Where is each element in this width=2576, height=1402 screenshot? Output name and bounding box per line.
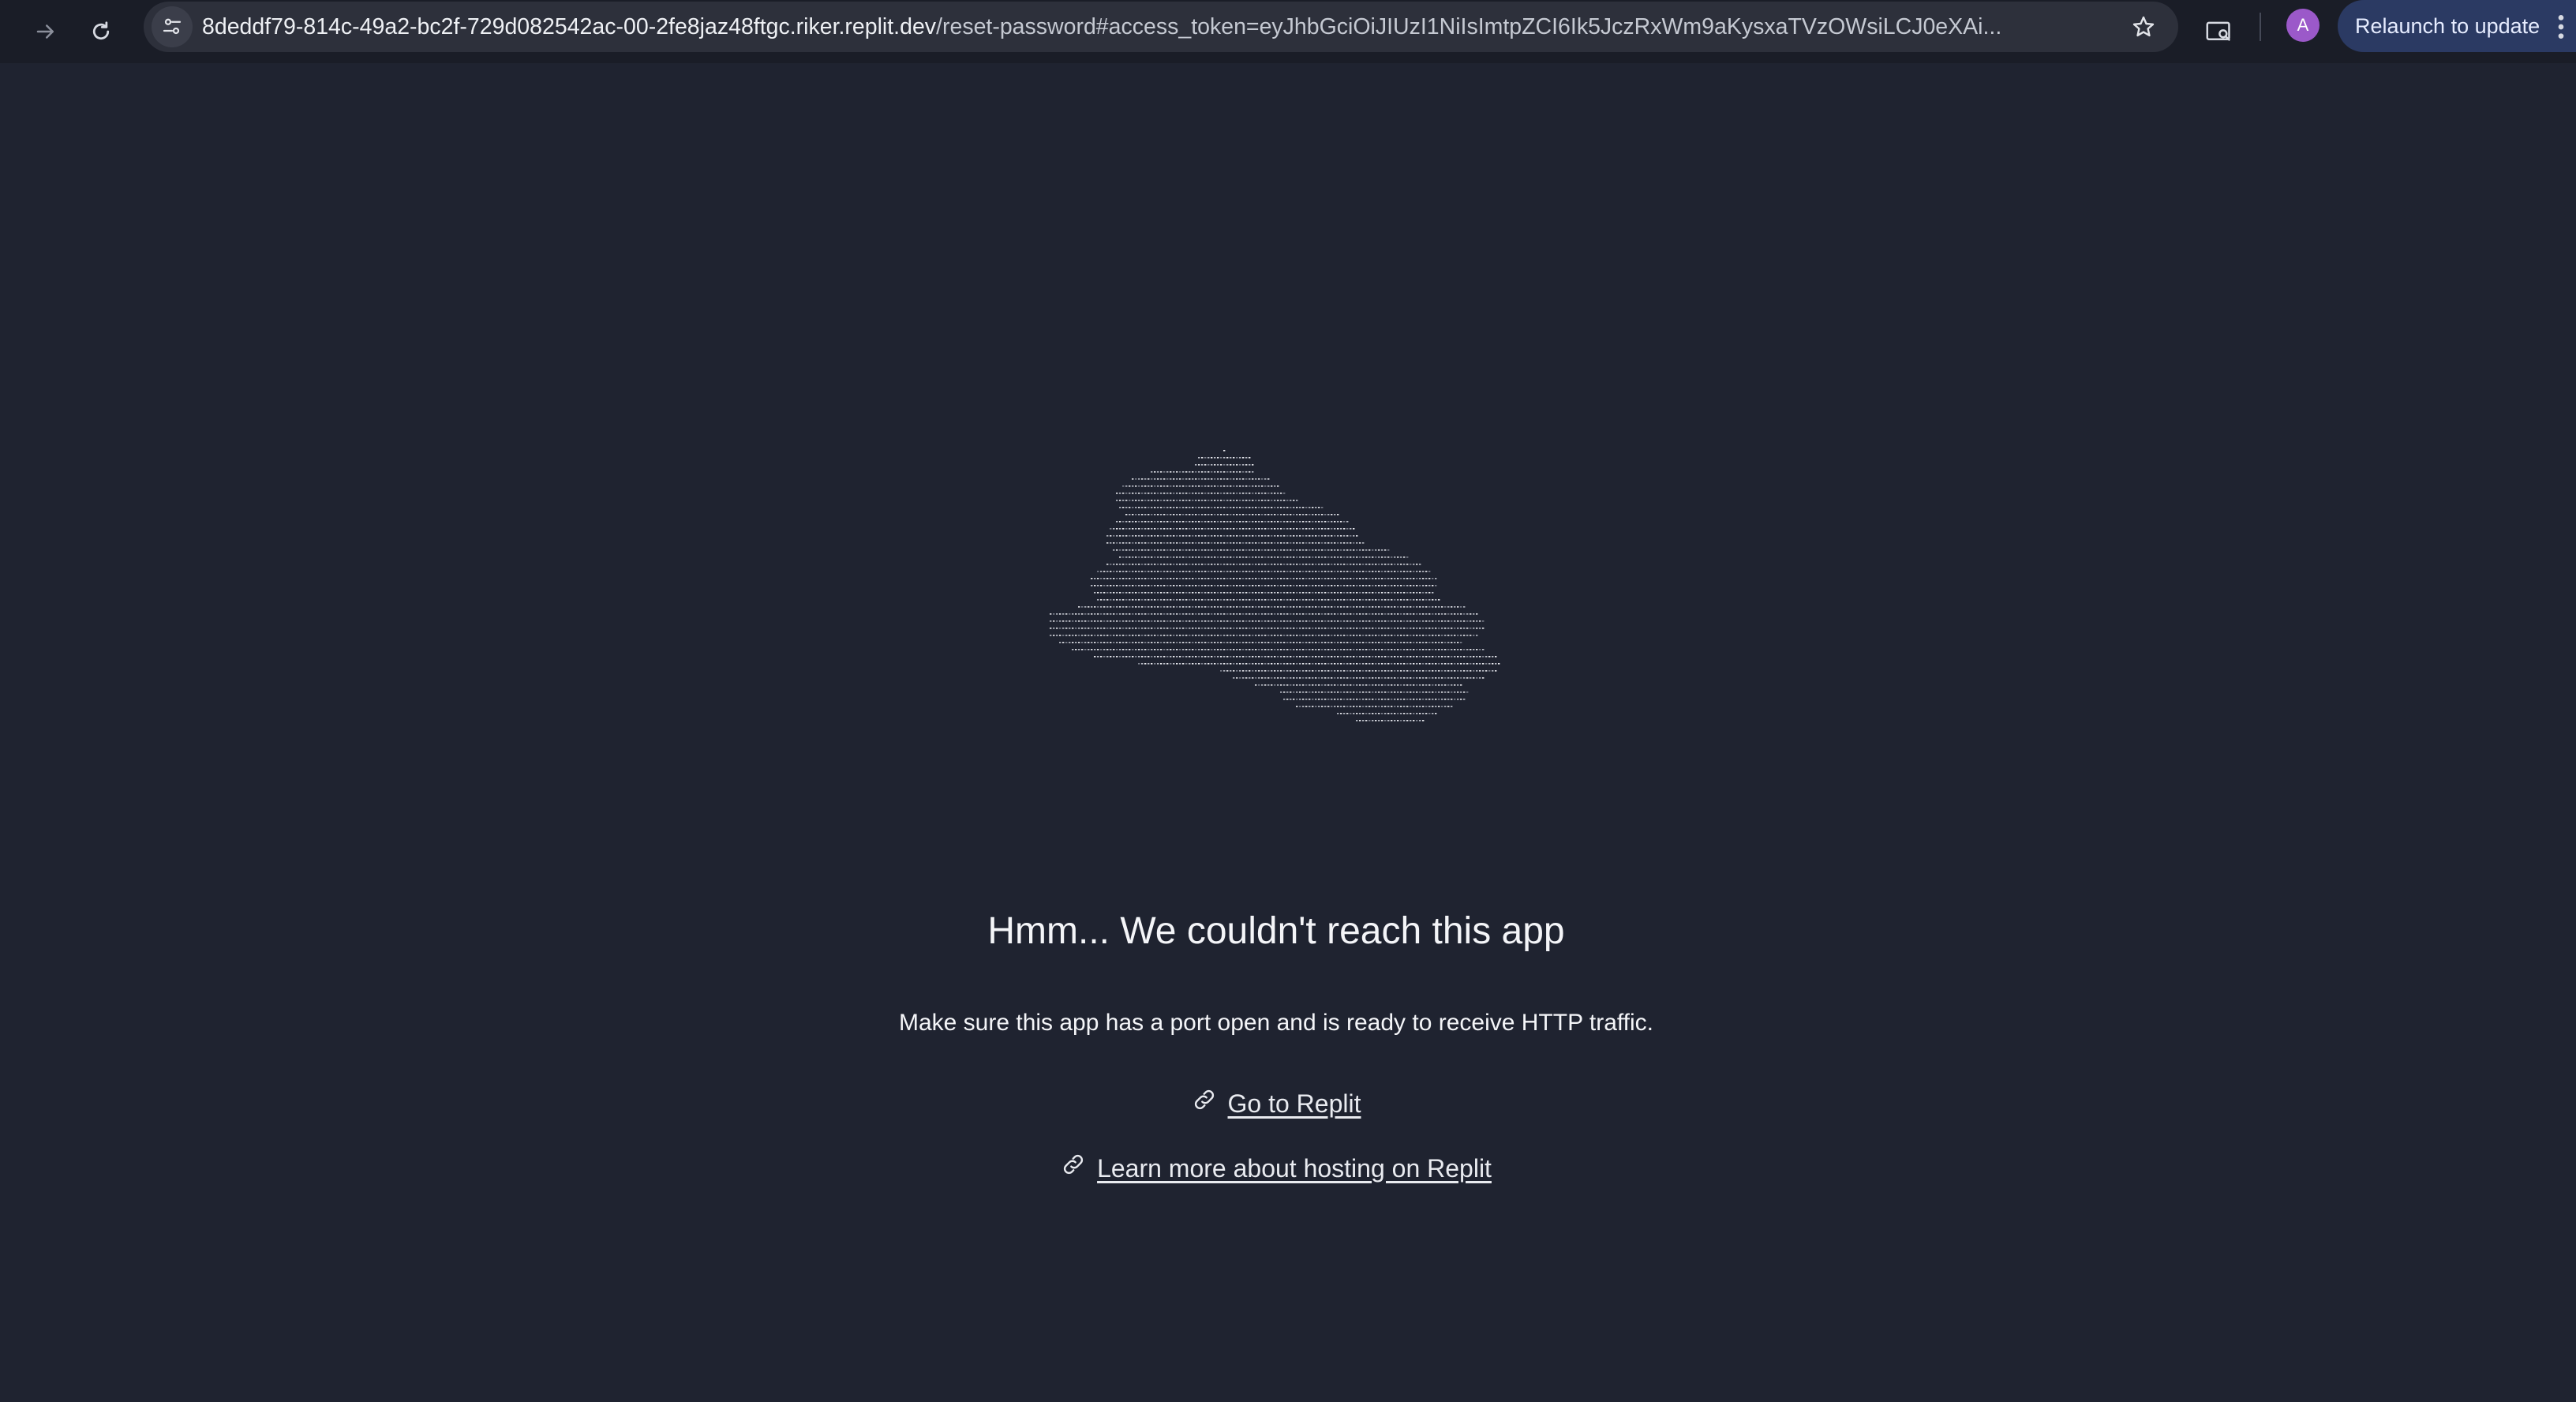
relaunch-button[interactable]: Relaunch to update bbox=[2338, 0, 2576, 52]
bookmark-star-icon[interactable] bbox=[2126, 9, 2161, 44]
learn-more-hosting-link[interactable]: Learn more about hosting on Replit bbox=[0, 1151, 2552, 1186]
page-title: Hmm... We couldn't reach this app bbox=[987, 910, 1565, 952]
link-label[interactable]: Go to Replit bbox=[1228, 1086, 1361, 1121]
error-message: Make sure this app has a port open and i… bbox=[898, 1010, 1654, 1036]
link-icon bbox=[1192, 1086, 1217, 1121]
ascii-cloud-illustration bbox=[1050, 450, 1500, 722]
address-bar[interactable]: 8deddf79-814c-49a2-bc2f-729d082542ac-00-… bbox=[144, 2, 2178, 52]
link-icon bbox=[1061, 1151, 1086, 1186]
url-path: /reset-password#access_token=eyJhbGciOiJ… bbox=[936, 14, 2002, 39]
extension-icon[interactable] bbox=[2197, 9, 2241, 54]
browser-toolbar: 8deddf79-814c-49a2-bc2f-729d082542ac-00-… bbox=[0, 0, 2576, 63]
profile-avatar[interactable]: A bbox=[2286, 9, 2320, 42]
link-label[interactable]: Learn more about hosting on Replit bbox=[1097, 1151, 1492, 1186]
site-info-icon[interactable] bbox=[152, 6, 193, 47]
page-content: Hmm... We couldn't reach this app Make s… bbox=[0, 63, 2576, 1402]
forward-arrow-icon[interactable] bbox=[24, 9, 68, 54]
reload-icon[interactable] bbox=[79, 9, 123, 54]
url-text[interactable]: 8deddf79-814c-49a2-bc2f-729d082542ac-00-… bbox=[202, 2, 2001, 52]
more-menu-icon[interactable] bbox=[2549, 9, 2573, 44]
go-to-replit-link[interactable]: Go to Replit bbox=[0, 1086, 2552, 1121]
url-host: 8deddf79-814c-49a2-bc2f-729d082542ac-00-… bbox=[202, 14, 937, 39]
toolbar-divider bbox=[2260, 13, 2261, 41]
